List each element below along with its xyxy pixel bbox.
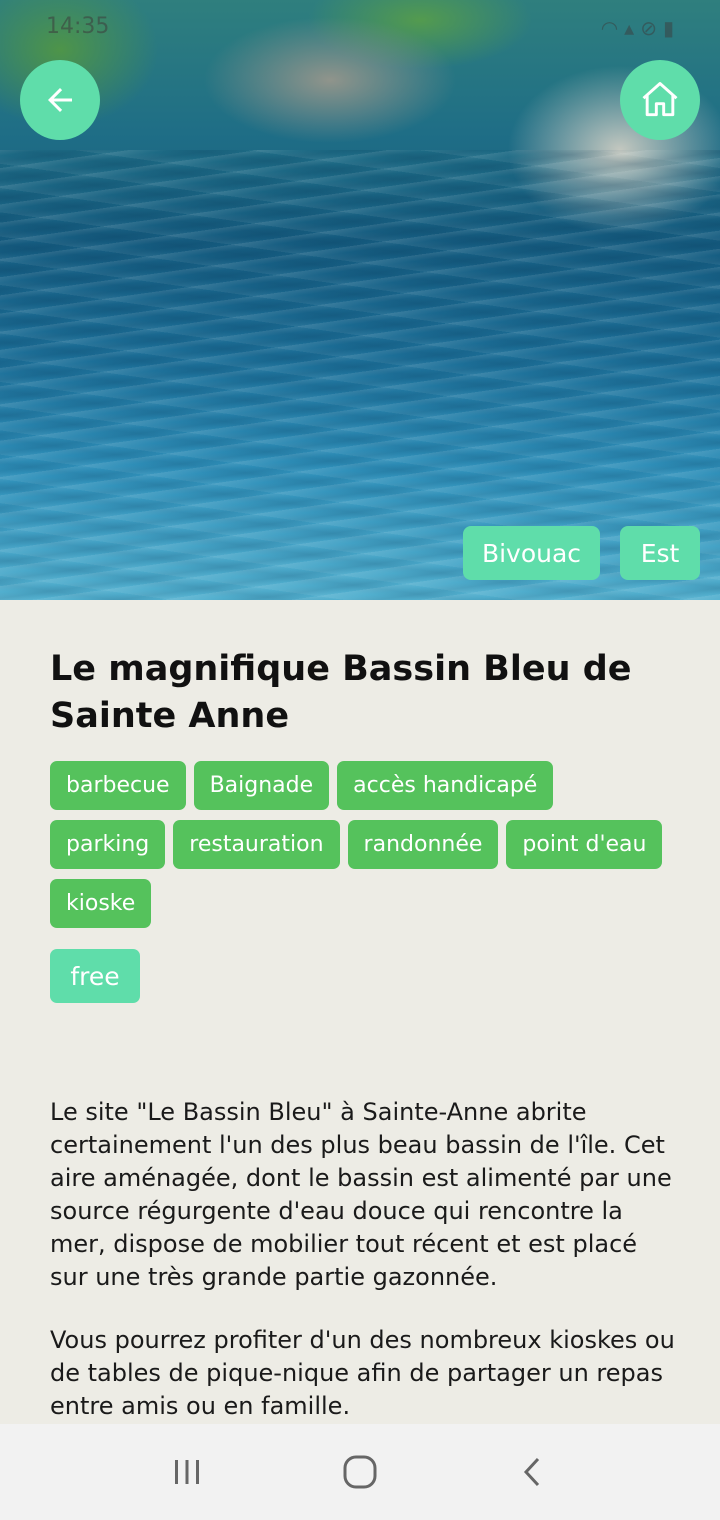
back-chevron-icon: [524, 1457, 540, 1487]
tag-baignade[interactable]: Baignade: [193, 761, 330, 810]
status-icons: ◠▴⊘▮: [601, 16, 680, 40]
category-chip[interactable]: Bivouac: [463, 526, 600, 580]
tag-randonnee[interactable]: randonnée: [347, 820, 499, 869]
system-nav-bar: [0, 1424, 720, 1520]
water-ripples: [0, 150, 720, 600]
tag-list: barbecue Baignade accès handicapé parkin…: [50, 761, 670, 928]
recent-apps-icon: [174, 1460, 199, 1484]
back-arrow-icon: [48, 88, 72, 112]
hero-image: [0, 0, 720, 600]
tag-kioske[interactable]: kioske: [50, 879, 152, 928]
region-chip[interactable]: Est: [620, 526, 700, 580]
wifi-icon: ◠: [600, 16, 625, 40]
description-paragraph: Le site "Le Bassin Bleu" à Sainte-Anne a…: [50, 1098, 672, 1291]
tag-barbecue[interactable]: barbecue: [50, 761, 186, 810]
tag-parking[interactable]: parking: [50, 820, 166, 869]
home-button[interactable]: [620, 60, 700, 140]
home-circle-icon: [343, 1455, 377, 1489]
status-time: 14:35: [46, 14, 110, 39]
tag-restauration[interactable]: restauration: [173, 820, 340, 869]
battery-icon: ▮: [662, 16, 680, 40]
back-button[interactable]: [20, 60, 100, 140]
description-paragraph: Vous pourrez profiter d'un des nombreux …: [50, 1326, 675, 1420]
tag-acces-handicape[interactable]: accès handicapé: [337, 761, 554, 810]
description: Le site "Le Bassin Bleu" à Sainte-Anne a…: [50, 1096, 680, 1453]
page-title: Le magnifique Bassin Bleu de Sainte Anne: [50, 649, 632, 736]
tag-point-d-eau[interactable]: point d'eau: [506, 820, 663, 869]
recent-apps-button[interactable]: [157, 1442, 217, 1502]
home-nav-button[interactable]: [330, 1442, 390, 1502]
signal-icon: ▴: [624, 16, 641, 40]
back-nav-button[interactable]: [503, 1442, 563, 1502]
dnd-icon: ⊘: [640, 16, 663, 40]
home-icon: [642, 82, 678, 117]
price-badge[interactable]: free: [50, 949, 140, 1003]
